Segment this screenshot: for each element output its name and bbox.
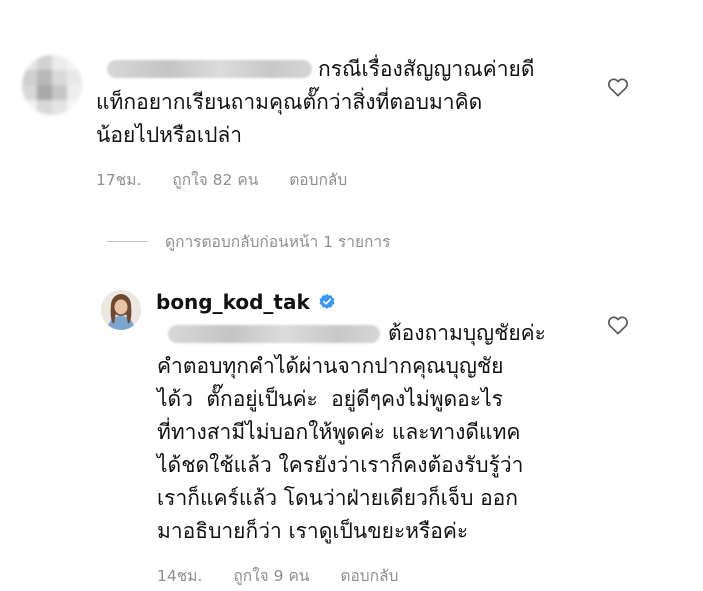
reply-button[interactable]: ตอบกลับ [340, 567, 398, 585]
comment-likes[interactable]: ถูกใจ 82 คน [172, 171, 258, 189]
replies-divider [107, 241, 147, 242]
username: bong_kod_tak [156, 290, 310, 314]
reply-button[interactable]: ตอบกลับ [289, 171, 347, 189]
reply-time: 14ชม. [157, 567, 203, 585]
verified-badge-icon [319, 293, 335, 309]
reply-text-first-line: ต้องถามบุญชัยค่ะ [388, 321, 546, 345]
comment-text-first-line: กรณีเรื่องสัญญาณค่ายดี [318, 57, 535, 81]
comment-text-body: แท็กอยากเรียนถามคุณตั๊กว่าสิ่งที่ตอบมาคิ… [96, 90, 483, 147]
reply-likes[interactable]: ถูกใจ 9 คน [233, 567, 309, 585]
avatar[interactable] [101, 290, 141, 330]
username-link[interactable]: bong_kod_tak [156, 290, 336, 314]
view-previous-replies-button[interactable]: ดูการตอบกลับก่อนหน้า 1 รายการ [107, 229, 390, 254]
redacted-username [107, 60, 312, 78]
blurred-avatar[interactable] [22, 55, 82, 115]
heart-icon[interactable] [607, 77, 629, 97]
heart-icon[interactable] [607, 315, 629, 335]
reply-text-body: คำตอบทุกคำได้ผ่านจากปากคุณบุญชัย ได้ว ตั… [157, 354, 524, 543]
reply-meta: 14ชม. ถูกใจ 9 คน ตอบกลับ [157, 563, 424, 588]
profile-photo [101, 290, 141, 330]
comment-time: 17ชม. [96, 171, 142, 189]
redacted-mention [168, 325, 380, 343]
comment-thread: กรณีเรื่องสัญญาณค่ายดี แท็กอยากเรียนถามค… [0, 0, 703, 591]
view-previous-replies-label: ดูการตอบกลับก่อนหน้า 1 รายการ [165, 233, 391, 251]
comment-meta: 17ชม. ถูกใจ 82 คน ตอบกลับ [96, 167, 373, 192]
